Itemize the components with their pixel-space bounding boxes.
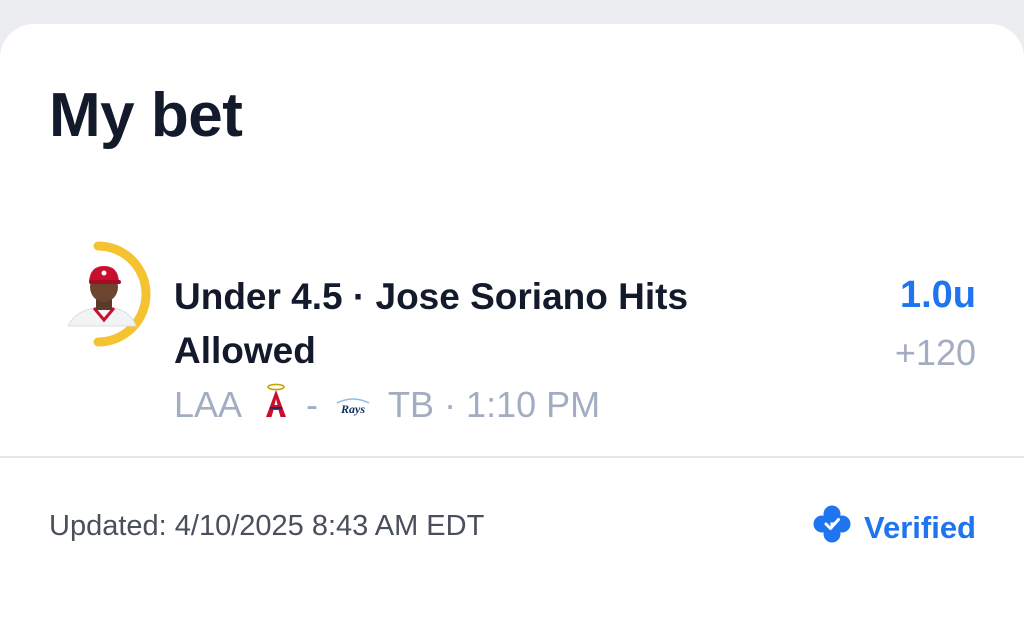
matchup-line: LAA - Rays TB · 1:10 PM [174, 380, 600, 430]
divider [0, 456, 1024, 458]
bet-row[interactable]: Under 4.5 · Jose Soriano Hits Allowed LA… [0, 240, 1024, 425]
bet-card: My bet Under 4.5 · Jose Soriano Hits All… [0, 24, 1024, 624]
away-team: LAA [174, 384, 243, 425]
verified-label: Verified [864, 510, 976, 545]
page-title: My bet [49, 81, 243, 150]
player-avatar [56, 240, 156, 348]
bet-title: Under 4.5 · Jose Soriano Hits Allowed [174, 276, 689, 371]
bet-stake: 1.0u [899, 274, 976, 316]
svg-text:Rays: Rays [340, 402, 365, 416]
player-headshot-icon [67, 241, 151, 347]
rays-logo-icon: Rays [334, 384, 372, 426]
updated-timestamp: Updated: 4/10/2025 8:43 AM EDT [49, 510, 485, 542]
angels-logo-icon [264, 383, 288, 428]
home-team: TB [388, 384, 435, 425]
matchup-separator: - [306, 384, 319, 425]
verified-badge[interactable]: Verified [812, 504, 976, 552]
bet-odds: +120 [894, 332, 976, 373]
game-time: · 1:10 PM [444, 384, 601, 425]
clover-icon [812, 504, 852, 552]
bet-footer: Updated: 4/10/2025 8:43 AM EDT Verified [0, 504, 1024, 556]
